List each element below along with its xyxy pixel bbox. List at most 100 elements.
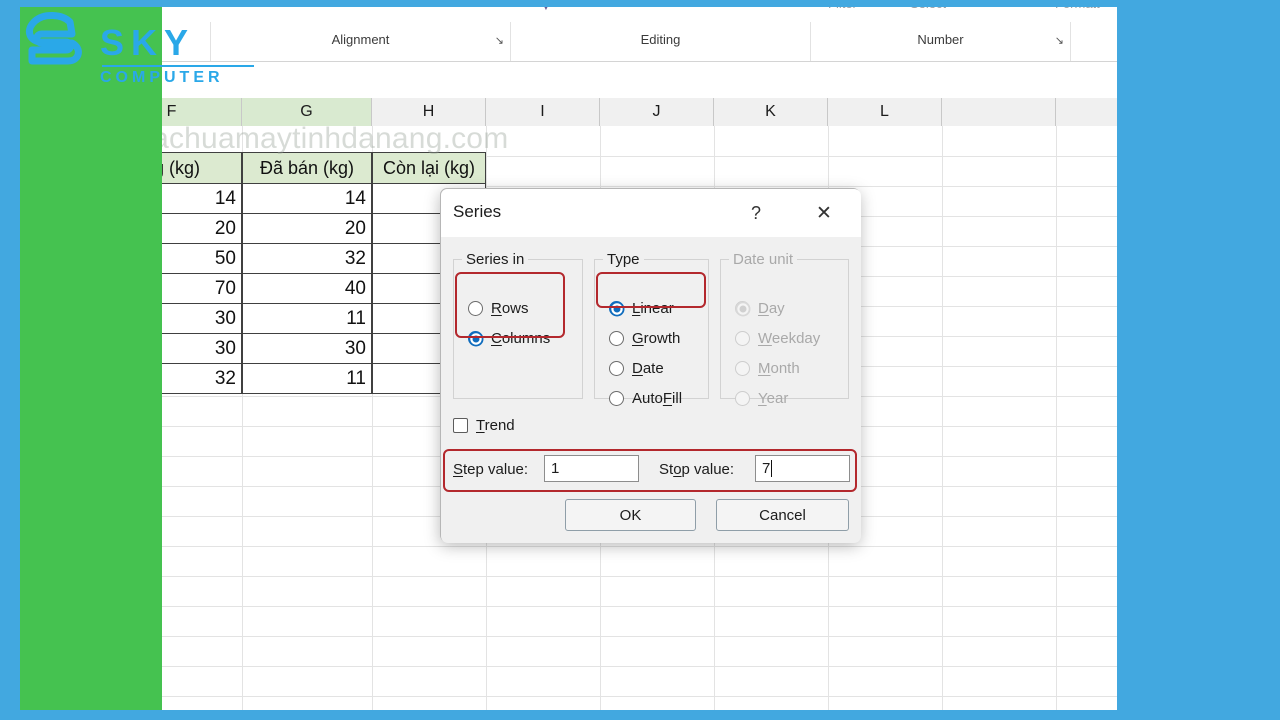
step-value-input[interactable]: 1 xyxy=(544,455,639,482)
column-header-N[interactable] xyxy=(1056,98,1117,126)
help-icon[interactable]: ? xyxy=(741,199,771,227)
sky-logo-wordmark: SKY COMPUTER xyxy=(100,22,254,87)
column-header-L[interactable]: L xyxy=(828,98,942,126)
trend-checkbox[interactable]: Trend xyxy=(453,417,515,434)
radio-date-indicator[interactable] xyxy=(609,361,624,376)
dialog-title: Series xyxy=(453,202,502,221)
column-header-I[interactable]: I xyxy=(486,98,600,126)
radio-growth-label: Growth xyxy=(632,330,681,347)
table-cell[interactable]: 70 xyxy=(162,273,242,304)
gridline xyxy=(1056,126,1057,712)
logo-divider xyxy=(102,65,254,67)
radio-autofill-label: AutoFill xyxy=(632,390,683,407)
gridline xyxy=(162,636,1117,637)
radio-month-indicator xyxy=(735,361,750,376)
ribbon-group-editing: Editing xyxy=(510,22,810,61)
radio-autofill[interactable]: AutoFill xyxy=(609,390,682,407)
table-cell[interactable]: 30 xyxy=(162,303,242,334)
table-cell[interactable]: 32 xyxy=(162,363,242,394)
radio-columns-indicator[interactable] xyxy=(468,331,483,346)
table-cell[interactable]: 20 xyxy=(242,213,372,244)
table-cell[interactable]: 11 xyxy=(242,363,372,394)
radio-day-label: Day xyxy=(758,300,785,317)
gridline xyxy=(162,696,1117,697)
frame-top xyxy=(0,0,1280,7)
date-unit-legend: Date unit xyxy=(733,251,794,268)
column-header-strip: F G H I J K L xyxy=(162,98,1117,126)
frame-left xyxy=(0,0,20,720)
ribbon: ▼ Filter Select Formatt Alignment ↘ Edit… xyxy=(162,0,1117,62)
close-icon[interactable]: ✕ xyxy=(809,199,839,227)
column-header-J[interactable]: J xyxy=(600,98,714,126)
radio-linear-label: Linear xyxy=(632,300,674,317)
radio-weekday: Weekday xyxy=(735,330,820,347)
trend-checkbox-indicator[interactable] xyxy=(453,418,468,433)
radio-month: Month xyxy=(735,360,800,377)
table-header-cell[interactable]: Đã bán (kg) xyxy=(242,152,372,184)
table-cell[interactable]: 40 xyxy=(242,273,372,304)
radio-autofill-indicator[interactable] xyxy=(609,391,624,406)
alignment-dialog-launcher-icon[interactable]: ↘ xyxy=(495,34,504,47)
table-cell[interactable]: 50 xyxy=(162,243,242,274)
logo-sub-text: COMPUTER xyxy=(100,69,224,86)
column-header-H[interactable]: H xyxy=(372,98,486,126)
radio-growth-indicator[interactable] xyxy=(609,331,624,346)
stop-value-input[interactable]: 7 xyxy=(755,455,850,482)
stop-value-label: Stop value: xyxy=(659,461,735,478)
radio-columns[interactable]: Columns xyxy=(468,330,550,347)
table-cell[interactable]: 14 xyxy=(242,183,372,214)
radio-date[interactable]: Date xyxy=(609,360,664,377)
sky-logo-mark-icon xyxy=(25,12,82,65)
radio-year: Year xyxy=(735,390,788,407)
type-group: Type Linear Growth Date AutoFill xyxy=(594,251,709,407)
radio-year-indicator xyxy=(735,391,750,406)
radio-year-label: Year xyxy=(758,390,789,407)
stop-value-text: 7 xyxy=(762,460,771,477)
gridline xyxy=(162,546,1117,547)
series-dialog: Series ? ✕ Series in Rows Columns Type L… xyxy=(440,188,861,543)
gridline xyxy=(162,576,1117,577)
table-cell[interactable]: 11 xyxy=(242,303,372,334)
table-cell[interactable]: 30 xyxy=(162,333,242,364)
dialog-title-bar: Series ? ✕ xyxy=(441,189,861,237)
radio-rows-label: Rows xyxy=(491,300,529,317)
column-header-F[interactable]: F xyxy=(162,98,242,126)
frame-right xyxy=(1117,0,1280,720)
radio-linear-indicator[interactable] xyxy=(609,301,624,316)
text-cursor xyxy=(771,460,773,477)
ribbon-group-styles xyxy=(1070,22,1117,61)
logo-brand-text: SKY xyxy=(100,22,196,63)
radio-columns-label: Columns xyxy=(491,330,551,347)
gridline xyxy=(162,606,1117,607)
series-in-legend: Series in xyxy=(466,251,525,268)
table-cell[interactable]: 14 xyxy=(162,183,242,214)
column-header-M[interactable] xyxy=(942,98,1056,126)
ribbon-group-alignment: Alignment ↘ xyxy=(210,22,510,61)
table-cell[interactable]: 20 xyxy=(162,213,242,244)
table-cell[interactable]: 32 xyxy=(242,243,372,274)
gridline xyxy=(162,666,1117,667)
radio-day-indicator xyxy=(735,301,750,316)
date-unit-group: Date unit Day Weekday Month Year xyxy=(720,251,849,407)
frame-bottom xyxy=(0,710,1280,720)
table-header-cell[interactable]: ng (kg) xyxy=(162,152,242,184)
radio-rows[interactable]: Rows xyxy=(468,300,529,317)
radio-linear[interactable]: Linear xyxy=(609,300,674,317)
radio-weekday-indicator xyxy=(735,331,750,346)
radio-rows-indicator[interactable] xyxy=(468,301,483,316)
radio-growth[interactable]: Growth xyxy=(609,330,680,347)
step-value-label: Step value: xyxy=(453,461,529,478)
number-dialog-launcher-icon[interactable]: ↘ xyxy=(1055,34,1064,47)
table-header-cell[interactable]: Còn lại (kg) xyxy=(372,152,486,184)
cancel-button[interactable]: Cancel xyxy=(716,499,849,531)
type-legend: Type xyxy=(607,251,640,268)
table-cell[interactable]: 30 xyxy=(242,333,372,364)
ok-button[interactable]: OK xyxy=(565,499,696,531)
ribbon-group-number-label: Number xyxy=(917,32,964,47)
radio-month-label: Month xyxy=(758,360,800,377)
radio-day: Day xyxy=(735,300,785,317)
column-header-K[interactable]: K xyxy=(714,98,828,126)
trend-checkbox-label: Trend xyxy=(476,417,515,434)
column-header-G[interactable]: G xyxy=(242,98,372,126)
ribbon-group-editing-label: Editing xyxy=(640,32,681,47)
